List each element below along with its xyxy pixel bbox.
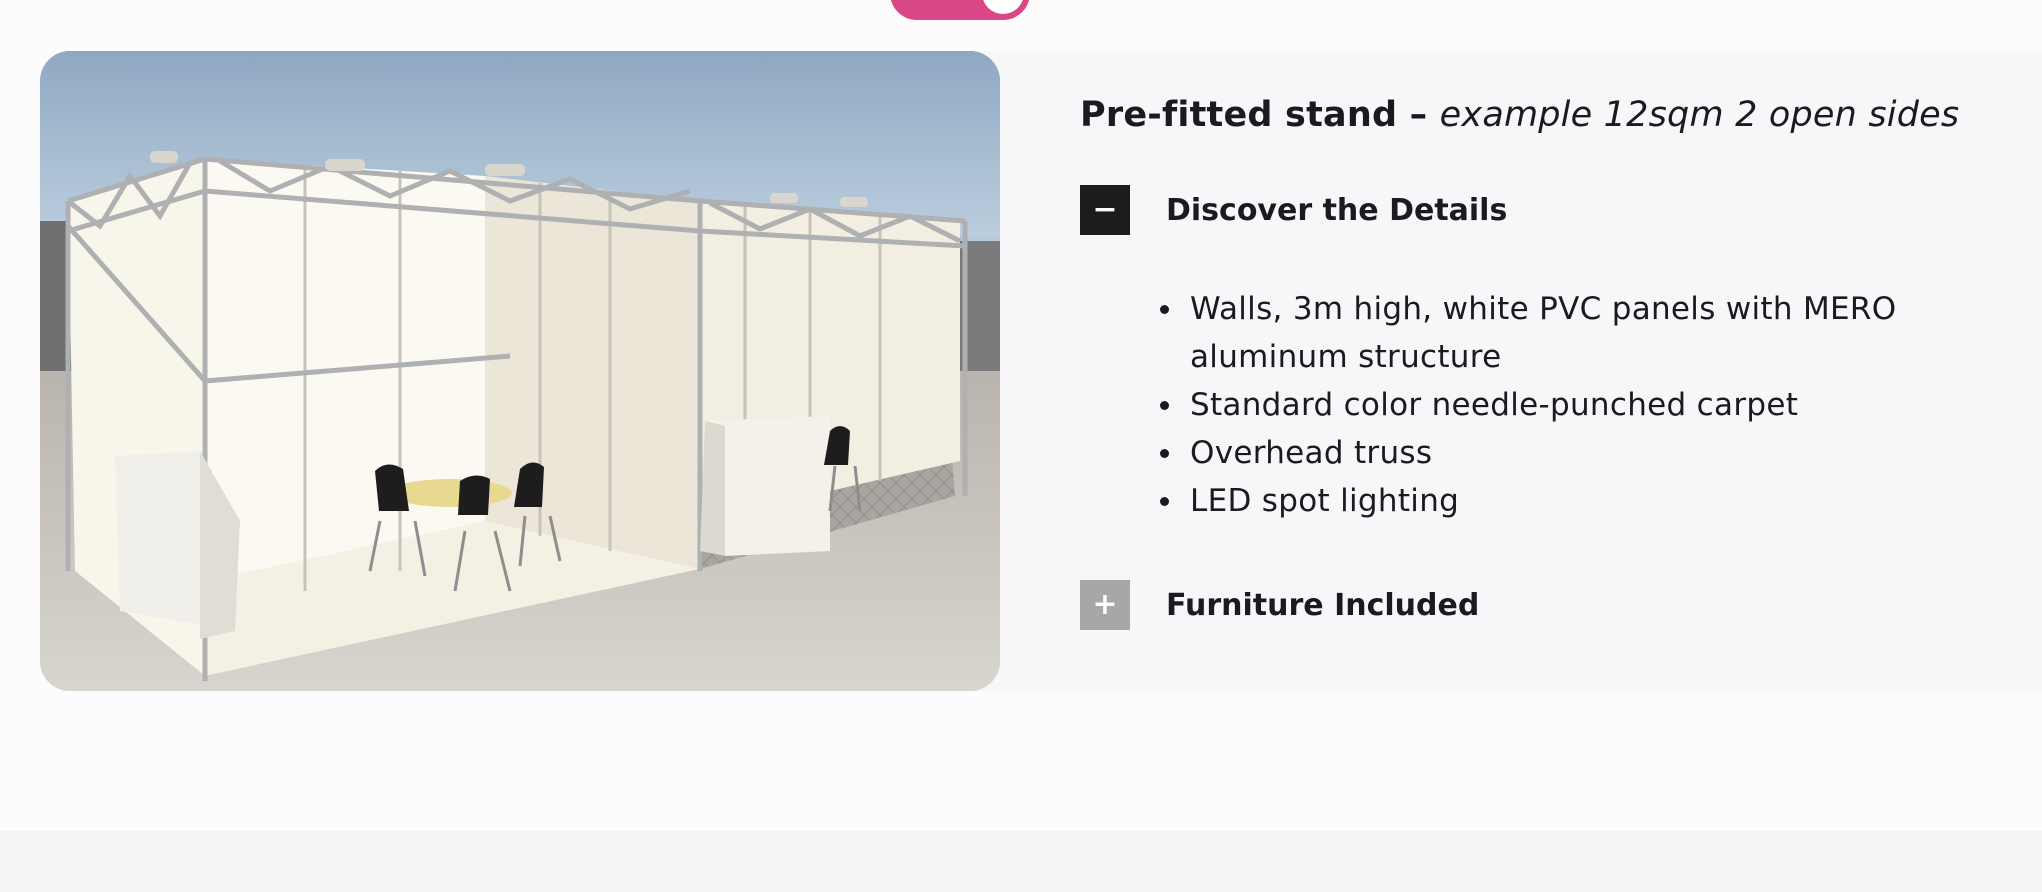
stand-render-image: [40, 51, 1000, 691]
accordion-details-label: Discover the Details: [1166, 192, 1508, 228]
accordion-furniture-label: Furniture Included: [1166, 587, 1480, 623]
stand-title-muted: example 12sqm 2 open sides: [1439, 95, 1960, 135]
stand-render-illustration: [40, 51, 1000, 691]
stand-info-panel: Pre-fitted stand – example 12sqm 2 open …: [1080, 95, 2030, 630]
list-item: Walls, 3m high, white PVC panels with ME…: [1160, 285, 2040, 381]
list-item: Standard color needle-punched carpet: [1160, 381, 2040, 429]
toggle-knob: [982, 0, 1024, 14]
top-toggle-switch[interactable]: [890, 0, 1030, 20]
plus-icon[interactable]: +: [1080, 580, 1130, 630]
list-item: Overhead truss: [1160, 429, 2040, 477]
list-item: LED spot lighting: [1160, 477, 2040, 525]
details-list: Walls, 3m high, white PVC panels with ME…: [1160, 285, 2040, 525]
accordion-details-header[interactable]: − Discover the Details: [1080, 185, 1507, 235]
footer-band: [0, 831, 2042, 892]
minus-icon[interactable]: −: [1080, 185, 1130, 235]
accordion-furniture-header[interactable]: + Furniture Included: [1080, 580, 1479, 630]
stand-title: Pre-fitted stand – example 12sqm 2 open …: [1080, 95, 2030, 135]
stand-title-strong: Pre-fitted stand –: [1080, 95, 1428, 135]
